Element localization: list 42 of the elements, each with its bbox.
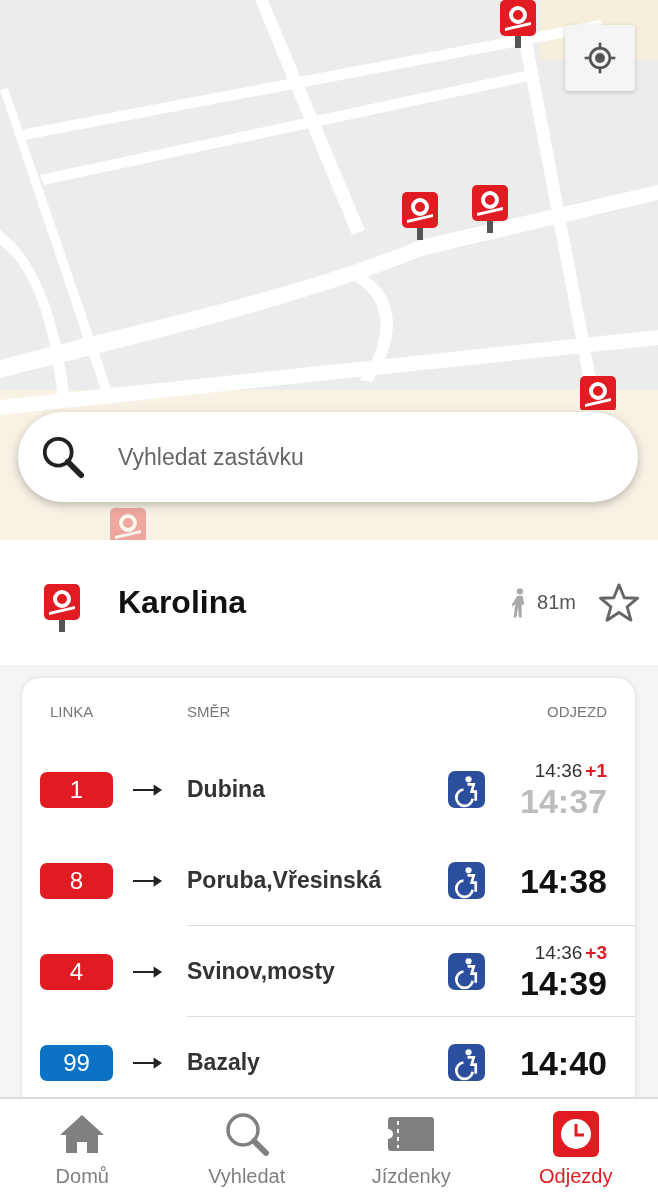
bus-stop-icon[interactable]: [402, 192, 438, 242]
clock-icon: [552, 1111, 599, 1157]
scheduled-time: 14:36: [534, 941, 583, 964]
search-icon: [223, 1111, 270, 1157]
scheduled-time: 14:36: [534, 759, 583, 782]
distance-text: 81m: [537, 591, 576, 614]
delay-text: +1: [585, 759, 607, 782]
line-badge: 99: [40, 1044, 113, 1081]
search-input[interactable]: Vyhledat zastávku: [118, 437, 588, 477]
departure-time: 14:40: [520, 1043, 607, 1082]
arrow-icon: [133, 782, 163, 797]
column-header: ODJEZD: [547, 702, 607, 720]
nav-tab[interactable]: Odjezdy: [493, 1099, 658, 1200]
line-badge: 4: [40, 953, 113, 990]
direction-text: Poruba,Vřesinská: [187, 867, 383, 894]
direction-text: Svinov,mosty: [187, 958, 336, 985]
departure-time: 14:38: [520, 861, 607, 900]
bus-stop-icon[interactable]: [580, 376, 616, 410]
arrow-icon: [133, 964, 163, 979]
nav-tab[interactable]: Vyhledat: [164, 1099, 329, 1200]
search-icon: [40, 434, 86, 480]
column-header: LINKA: [50, 702, 95, 720]
line-badge: 8: [40, 862, 113, 899]
favorite-star-icon[interactable]: [598, 581, 640, 624]
departure-time: 14:37: [520, 781, 607, 820]
locate-button[interactable]: [565, 25, 635, 91]
bus-stop-icon[interactable]: [472, 185, 508, 235]
bus-stop-icon: [44, 583, 80, 634]
bus-stop-icon[interactable]: [500, 0, 536, 50]
arrow-icon: [133, 1055, 163, 1070]
crosshair-icon: [582, 40, 618, 76]
search-field[interactable]: Vyhledat zastávku: [18, 412, 638, 502]
line-badge: 1: [40, 771, 113, 808]
departure-time: 14:39: [520, 963, 607, 1002]
arrow-icon: [133, 873, 163, 888]
delay-text: +3: [585, 941, 607, 964]
stop-name: Karolina: [118, 584, 248, 621]
nav-tab[interactable]: Domů: [0, 1099, 165, 1200]
nav-tab[interactable]: Jízdenky: [329, 1099, 494, 1200]
column-header: SMĚR: [187, 702, 232, 720]
direction-text: Bazaly: [187, 1049, 261, 1076]
direction-text: Dubina: [187, 776, 267, 803]
